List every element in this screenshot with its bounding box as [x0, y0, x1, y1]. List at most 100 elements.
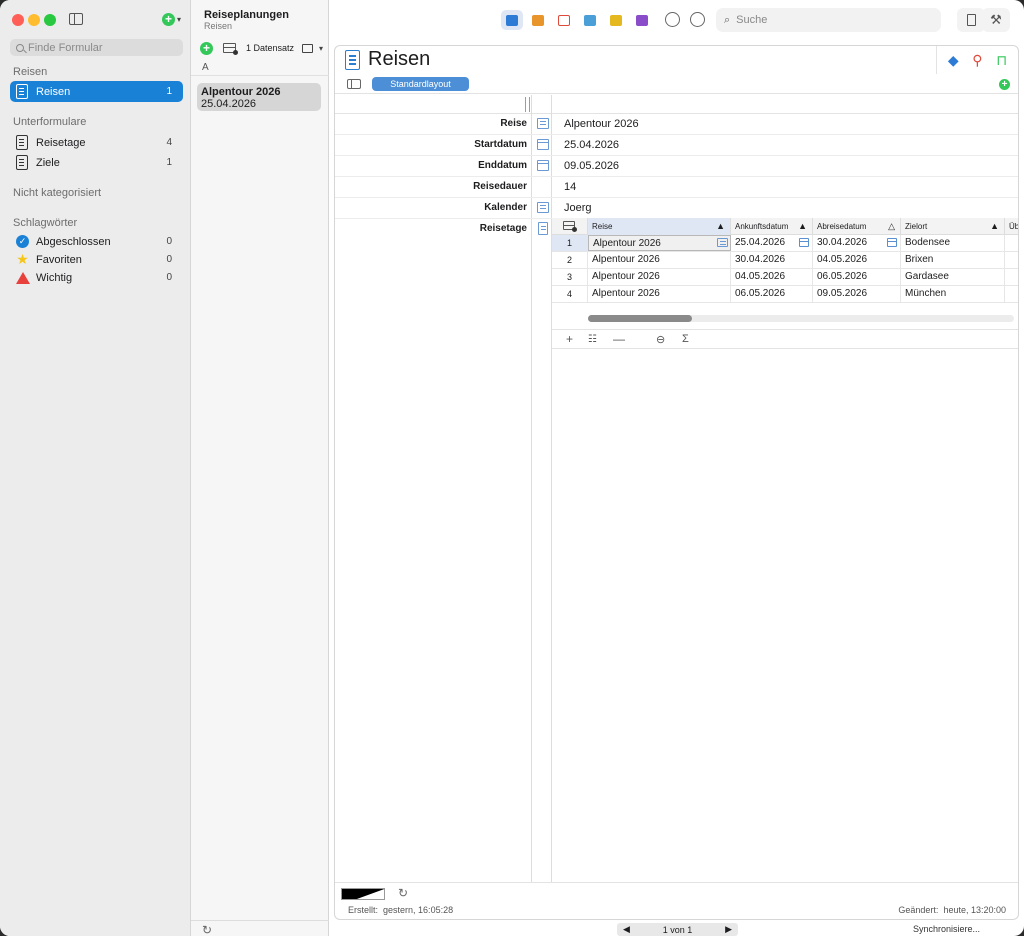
filter-icon[interactable] [690, 12, 705, 27]
list-view-icon[interactable] [302, 43, 314, 53]
field-value[interactable]: Alpentour 2026 [564, 118, 639, 130]
triangle-icon [15, 271, 30, 284]
table-cell[interactable]: München [901, 286, 1005, 302]
refresh-icon[interactable]: ↻ [202, 923, 212, 936]
share-icon[interactable] [665, 12, 680, 27]
list-field-icon[interactable] [717, 238, 728, 247]
calendar-view-button[interactable] [553, 10, 575, 30]
add-layout-button[interactable]: + [999, 79, 1010, 90]
next-record-icon[interactable]: ▶ [725, 924, 732, 935]
tag-count: 0 [166, 236, 172, 247]
search-input[interactable]: ⌕ Suche [716, 8, 941, 32]
map-view-icon [584, 14, 596, 26]
column-header-reise[interactable]: Reise ▲ [588, 218, 731, 235]
previous-record-icon[interactable]: ◀ [623, 924, 630, 935]
sidebar-toggle-icon[interactable] [69, 13, 83, 25]
calendar-icon[interactable] [799, 238, 809, 247]
column-resize-handle[interactable] [525, 97, 530, 112]
row-details-icon[interactable]: ☷ [588, 334, 597, 345]
chevron-down-icon: ▾ [177, 15, 182, 24]
sort-ascending-icon: ▲ [716, 221, 725, 231]
chart-view-button[interactable] [631, 10, 653, 30]
table-cell[interactable]: Alpentour 2026 [588, 286, 731, 302]
sidebar-section-uncategorized[interactable]: Nicht kategorisiert [13, 187, 101, 199]
scrollbar-thumb[interactable] [588, 315, 692, 322]
table-view-button[interactable] [527, 10, 549, 30]
list-item[interactable]: Alpentour 2026 25.04.2026 [197, 83, 321, 111]
table-row[interactable]: 2 Alpentour 2026 30.04.2026 04.05.2026 B… [552, 252, 1018, 269]
sidebar-item-ziele[interactable]: Ziele 1 [10, 152, 183, 173]
table-cell[interactable]: Alpentour 2026 [588, 235, 731, 251]
add-record-button[interactable]: + [200, 41, 213, 55]
minimize-window-button[interactable] [28, 14, 40, 26]
table-cell[interactable]: Gardasee [901, 269, 1005, 285]
column-header-ueb[interactable]: Üb [1005, 218, 1019, 235]
created-info: Erstellt: gestern, 16:05:28 [348, 905, 453, 915]
field-value[interactable]: 25.04.2026 [564, 139, 619, 151]
field-row-kalender[interactable]: Kalender Joerg [335, 198, 1018, 219]
created-value: gestern, 16:05:28 [383, 905, 454, 915]
horizontal-scrollbar[interactable] [588, 315, 1014, 322]
search-icon: ⌕ [724, 13, 731, 26]
layout-sidebar-icon[interactable] [347, 79, 361, 89]
table-cell[interactable]: Brixen [901, 252, 1005, 268]
table-cell[interactable]: 04.05.2026 [813, 252, 901, 268]
table-row[interactable]: 4 Alpentour 2026 06.05.2026 09.05.2026 M… [552, 286, 1018, 303]
link-record-icon[interactable]: ⊖ [656, 333, 665, 346]
table-cell[interactable]: 25.04.2026 [731, 235, 813, 251]
refresh-icon[interactable]: ↻ [398, 886, 408, 900]
column-header-label: Üb [1009, 222, 1019, 231]
reisetage-table: Reise ▲ Ankunftsdatum ▲ Abreisedatum △ Z… [552, 218, 1019, 349]
table-cell[interactable]: Bodensee [901, 235, 1005, 251]
tag-label: Favoriten [36, 253, 82, 266]
table-settings-icon[interactable] [223, 43, 238, 55]
field-row-reisedauer[interactable]: Reisedauer 14 [335, 177, 1018, 198]
table-cell[interactable]: 30.04.2026 [731, 252, 813, 268]
plus-icon: + [162, 13, 175, 26]
column-header-ankunftsdatum[interactable]: Ankunftsdatum ▲ [731, 218, 813, 235]
calendar-icon [537, 139, 549, 150]
field-value[interactable]: 09.05.2026 [564, 160, 619, 172]
pin-icon[interactable]: ⚲ [972, 52, 982, 69]
table-cell[interactable]: 06.05.2026 [731, 286, 813, 302]
table-cell[interactable]: Alpentour 2026 [588, 269, 731, 285]
form-view-button[interactable] [501, 10, 523, 30]
add-form-menu-button[interactable]: + ▾ [162, 13, 181, 26]
table-cell[interactable]: Alpentour 2026 [588, 252, 731, 268]
chevron-down-icon[interactable]: ▾ [319, 44, 323, 53]
record-details-button[interactable] [957, 8, 985, 32]
table-row[interactable]: 3 Alpentour 2026 04.05.2026 06.05.2026 G… [552, 269, 1018, 286]
table-settings-cell[interactable] [552, 218, 588, 235]
table-cell[interactable]: 04.05.2026 [731, 269, 813, 285]
edit-layout-button[interactable]: ⚒ [982, 8, 1010, 32]
map-view-button[interactable] [579, 10, 601, 30]
calendar-icon[interactable] [887, 238, 897, 247]
unlock-icon[interactable]: ⊓ [996, 52, 1007, 69]
table-cell[interactable]: 09.05.2026 [813, 286, 901, 302]
field-row-enddatum[interactable]: Enddatum 09.05.2026 [335, 156, 1018, 177]
layout-tab[interactable]: Standardlayout [372, 77, 469, 91]
sum-icon[interactable]: Σ [682, 333, 689, 345]
table-cell[interactable]: 06.05.2026 [813, 269, 901, 285]
field-row-reise[interactable]: Reise Alpentour 2026 [335, 114, 1018, 135]
field-value[interactable]: 14 [564, 181, 576, 193]
color-picker[interactable] [341, 888, 385, 900]
field-row-startdatum[interactable]: Startdatum 25.04.2026 [335, 135, 1018, 156]
sidebar-search-field[interactable]: Finde Formular [10, 39, 183, 56]
remove-row-icon[interactable]: — [613, 332, 625, 346]
tiles-view-button[interactable] [605, 10, 627, 30]
sidebar-item-reisen[interactable]: Reisen 1 [10, 81, 183, 102]
column-header-label: Zielort [905, 222, 928, 231]
column-header-zielort[interactable]: Zielort ▲ [901, 218, 1005, 235]
table-row[interactable]: 1 Alpentour 2026 25.04.2026 30.04.2026 B… [552, 235, 1018, 252]
sidebar: + ▾ Finde Formular Reisen Reisen 1 Unter… [0, 0, 191, 936]
column-header-abreisedatum[interactable]: Abreisedatum △ [813, 218, 901, 235]
close-window-button[interactable] [12, 14, 24, 26]
sidebar-item-reisetage[interactable]: Reisetage 4 [10, 132, 183, 153]
zoom-window-button[interactable] [44, 14, 56, 26]
table-cell[interactable]: 30.04.2026 [813, 235, 901, 251]
add-row-icon[interactable]: + [566, 332, 573, 346]
tag-icon[interactable]: ◆ [948, 52, 959, 69]
field-value[interactable]: Joerg [564, 202, 592, 214]
sidebar-tag-wichtig[interactable]: Wichtig 0 [10, 267, 183, 288]
